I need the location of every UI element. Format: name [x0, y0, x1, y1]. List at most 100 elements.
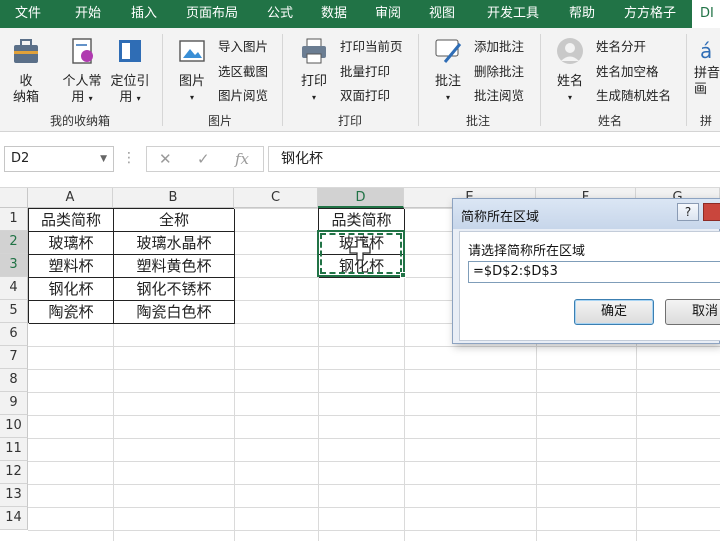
random-name-button[interactable]: 生成随机姓名 [596, 85, 671, 107]
personal-doc-icon [72, 38, 93, 64]
row-header[interactable]: 10 [0, 415, 28, 438]
print-current-page-button[interactable]: 打印当前页 [340, 36, 403, 58]
comment-browse-label: 批注阅览 [474, 88, 525, 103]
select-all-corner[interactable] [0, 188, 28, 208]
locate-reference-button[interactable]: 定位引 用 ▾ [106, 36, 154, 107]
tab-data[interactable]: 数据 [312, 0, 356, 28]
add-comment-label: 添加批注 [474, 39, 525, 54]
row-header[interactable]: 12 [0, 461, 28, 484]
formula-bar-grip-icon[interactable]: ⋮ [122, 150, 136, 166]
dialog-title: 简称所在区域 [461, 210, 540, 225]
column-header-d[interactable]: D [318, 188, 404, 208]
row-header[interactable]: 3 [0, 254, 28, 277]
close-button[interactable] [703, 203, 720, 221]
cancel-button[interactable]: 取消 [665, 299, 720, 325]
table-cell[interactable]: 塑料黄色杯 [114, 255, 235, 278]
name-button[interactable]: 姓名 ▾ [548, 36, 592, 106]
split-name-button[interactable]: 姓名分开 [596, 36, 646, 58]
batch-print-button[interactable]: 批量打印 [340, 61, 390, 83]
column-header-b[interactable]: B [113, 188, 234, 208]
tab-view[interactable]: 视图 [420, 0, 464, 28]
tab-di-active[interactable]: DI [692, 0, 720, 28]
delete-comment-button[interactable]: 删除批注 [474, 61, 524, 83]
dialog-title-bar[interactable]: 简称所在区域 ? [453, 199, 720, 229]
name-box[interactable]: D2 ▼ [4, 146, 114, 172]
import-picture-button[interactable]: 导入图片 [218, 36, 268, 58]
row-header[interactable]: 14 [0, 507, 28, 530]
tab-home[interactable]: 开始 [62, 0, 114, 28]
table-cell[interactable]: 钢化杯 [29, 278, 114, 301]
row-header[interactable]: 8 [0, 369, 28, 392]
picture-button[interactable]: 图片 ▾ [170, 36, 214, 106]
name-add-space-label: 姓名加空格 [596, 64, 659, 79]
select-range-dialog: 简称所在区域 ? 请选择简称所在区域 =$D$2:$D$3 确定 取消 [452, 198, 720, 344]
column-header-c[interactable]: C [234, 188, 318, 208]
personal-common-button[interactable]: 个人常 用 ▾ [58, 36, 106, 107]
comment-label: 批注 [434, 74, 461, 89]
tab-formulas[interactable]: 公式 [258, 0, 302, 28]
row-header[interactable]: 7 [0, 346, 28, 369]
storage-box-button[interactable]: 收 纳箱 [6, 36, 46, 106]
duplex-print-button[interactable]: 双面打印 [340, 85, 390, 107]
print-current-page-label: 打印当前页 [340, 39, 403, 54]
chevron-down-icon[interactable]: ▼ [100, 147, 107, 171]
storage-box-label-1: 收 [19, 74, 33, 89]
comment-browse-button[interactable]: 批注阅览 [474, 85, 524, 107]
personal-common-label-2: 用 [71, 90, 85, 105]
group-label-pinyin: 拼 [700, 114, 713, 128]
selection-screenshot-button[interactable]: 选区截图 [218, 61, 268, 83]
name-add-space-button[interactable]: 姓名加空格 [596, 61, 659, 83]
table-cell[interactable]: 陶瓷杯 [29, 301, 114, 324]
table-cell[interactable]: 玻璃杯 [29, 232, 114, 255]
row-header[interactable]: 6 [0, 323, 28, 346]
row-header[interactable]: 5 [0, 300, 28, 323]
enter-icon[interactable]: ✓ [197, 150, 210, 168]
print-button[interactable]: 打印 ▾ [292, 36, 336, 106]
chevron-down-icon: ▾ [567, 93, 572, 102]
storage-box-label-2: 纳箱 [12, 90, 39, 105]
table-cell[interactable]: 陶瓷白色杯 [114, 301, 235, 324]
range-input[interactable]: =$D$2:$D$3 [468, 261, 720, 283]
row-header[interactable]: 4 [0, 277, 28, 300]
tab-help[interactable]: 帮助 [560, 0, 604, 28]
tab-review[interactable]: 审阅 [366, 0, 410, 28]
table-cell[interactable]: 塑料杯 [29, 255, 114, 278]
row-header[interactable]: 1 [0, 208, 28, 231]
table-header-cell[interactable]: 品类简称 [29, 209, 114, 232]
row-header[interactable]: 9 [0, 392, 28, 415]
tab-page-layout[interactable]: 页面布局 [176, 0, 248, 28]
insert-function-icon[interactable]: fx [235, 150, 249, 168]
group-label-name: 姓名 [597, 114, 622, 128]
tab-fangfang[interactable]: 方方格子 [614, 0, 686, 28]
row-header[interactable]: 13 [0, 484, 28, 507]
table-header-cell[interactable]: 全称 [114, 209, 235, 232]
add-comment-button[interactable]: 添加批注 [474, 36, 524, 58]
dialog-body: 请选择简称所在区域 =$D$2:$D$3 确定 取消 [459, 231, 720, 341]
tab-developer[interactable]: 开发工具 [478, 0, 548, 28]
tab-file[interactable]: 文件 [6, 0, 50, 28]
split-name-label: 姓名分开 [596, 39, 647, 54]
group-separator [686, 34, 687, 126]
name-label: 姓名 [556, 74, 583, 89]
tab-insert[interactable]: 插入 [120, 0, 168, 28]
chevron-down-icon: ▾ [189, 93, 194, 102]
column-header-a[interactable]: A [28, 188, 113, 208]
table-header-cell[interactable]: 品类简称 [319, 209, 405, 232]
formula-input[interactable]: 钢化杯 [268, 146, 720, 172]
comment-button[interactable]: 批注 ▾ [426, 36, 470, 106]
ok-button[interactable]: 确定 [574, 299, 654, 325]
table-cell[interactable]: 玻璃水晶杯 [114, 232, 235, 255]
table-cell[interactable]: 钢化不锈杯 [114, 278, 235, 301]
help-button[interactable]: ? [677, 203, 699, 221]
picture-browse-button[interactable]: 图片阅览 [218, 85, 268, 107]
locate-reference-label-2: 用 [119, 90, 133, 105]
group-label-picture: 图片 [207, 114, 232, 128]
cancel-icon[interactable]: ✕ [159, 150, 172, 168]
fill-handle[interactable] [400, 272, 406, 278]
row-header[interactable]: 11 [0, 438, 28, 461]
pinyin-button[interactable]: á 拼音 画 [694, 36, 720, 98]
personal-common-label-1: 个人常 [62, 74, 102, 89]
picture-label: 图片 [178, 74, 205, 89]
row-header[interactable]: 2 [0, 231, 28, 254]
cell-cursor-icon [349, 239, 371, 261]
